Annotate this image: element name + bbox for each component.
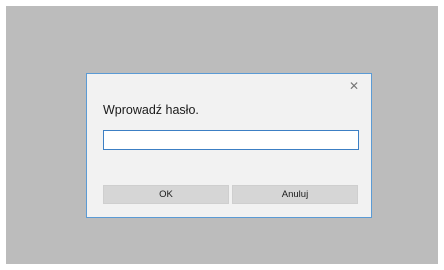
password-dialog: ✕ Wprowadź hasło. OK Anuluj [86, 73, 372, 218]
password-input[interactable] [103, 130, 359, 150]
password-prompt-label: Wprowadź hasło. [103, 103, 199, 117]
desktop-backdrop: ✕ Wprowadź hasło. OK Anuluj [6, 6, 438, 264]
close-icon[interactable]: ✕ [347, 79, 361, 93]
ok-button[interactable]: OK [103, 185, 229, 204]
cancel-button[interactable]: Anuluj [232, 185, 358, 204]
